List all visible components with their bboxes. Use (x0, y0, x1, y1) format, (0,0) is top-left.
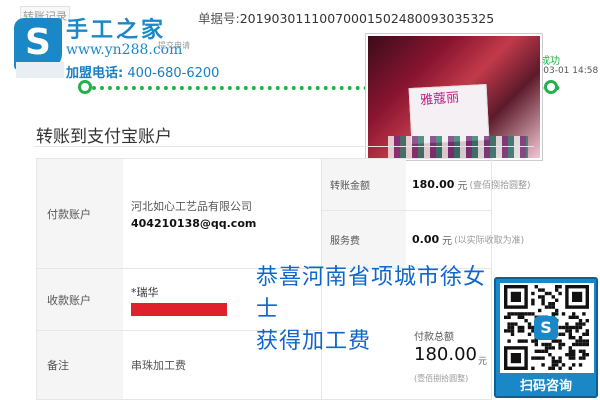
bead-strands (388, 136, 528, 158)
amount-row: 转账金额 180.00 元 (壹佰捌拾圆整) (322, 159, 530, 211)
payer-email: 404210138@qq.com (131, 216, 257, 230)
amount-value-cell: 180.00 元 (壹佰捌拾圆整) (412, 159, 530, 210)
progress-step-submitted: 提交申请 (158, 41, 190, 50)
redacted-account (131, 302, 227, 316)
payer-company: 河北如心工艺品有限公司 (131, 199, 252, 213)
transfer-record-page: 转账记录 单据号:2019030111007000150248009303532… (0, 0, 600, 400)
fee-key: 服务费 (322, 211, 406, 268)
note-key: 备注 (37, 331, 123, 399)
order-number: 单据号:20190301110070001502480093035325 (198, 8, 494, 27)
join-phone: 加盟电话: 400-680-6200 (66, 62, 219, 81)
join-phone-number: 400-680-6200 (127, 66, 220, 81)
product-package-text: 雅蔻丽 (419, 90, 460, 109)
congrats-line-2: 获得加工费 (256, 329, 372, 354)
fee-note: (以实际收取为准) (454, 236, 525, 246)
progress-step-success: 成功 (540, 56, 560, 67)
progress-dot-end (544, 80, 558, 94)
congrats-overlay: 恭喜河南省项城市徐女士 获得加工费 (256, 262, 506, 358)
order-number-value: 20190301110070001502480093035325 (239, 11, 495, 26)
fee-value-cell: 0.00 元 (以实际收取为准) (412, 211, 524, 268)
qr-logo-icon: S (534, 316, 558, 340)
payee-key: 收款账户 (37, 269, 123, 330)
join-phone-label: 加盟电话: (66, 66, 124, 81)
fee-row: 服务费 0.00 元 (以实际收取为准) (322, 211, 524, 269)
amount-key: 转账金额 (322, 159, 406, 210)
total-chinese: (壹佰捌拾圆整) (414, 374, 469, 383)
title-divider (34, 146, 534, 147)
payer-value: 河北如心工艺品有限公司 404210138@qq.com (129, 159, 323, 268)
qr-caption[interactable]: 扫码咨询 (494, 375, 598, 394)
amount-chinese: (壹佰捌拾圆整) (469, 181, 531, 191)
product-photo: 雅蔻丽 (366, 34, 542, 160)
brand-name: 手工之家 (66, 17, 167, 43)
amount-currency: 元 (457, 181, 468, 192)
fee-value: 0.00 (412, 233, 440, 246)
progress-success-time: -03-01 14:58 (540, 66, 599, 76)
payer-row: 付款账户 河北如心工艺品有限公司 404210138@qq.com (37, 159, 323, 269)
blurred-area (16, 62, 64, 78)
order-number-label: 单据号: (198, 11, 240, 26)
page-title: 转账到支付宝账户 (36, 127, 172, 147)
congrats-line-1: 恭喜河南省项城市徐女士 (256, 265, 487, 322)
payer-key: 付款账户 (37, 159, 123, 268)
amount-value: 180.00 (412, 178, 455, 191)
fee-currency: 元 (442, 236, 453, 247)
progress-dot-start (78, 80, 92, 94)
